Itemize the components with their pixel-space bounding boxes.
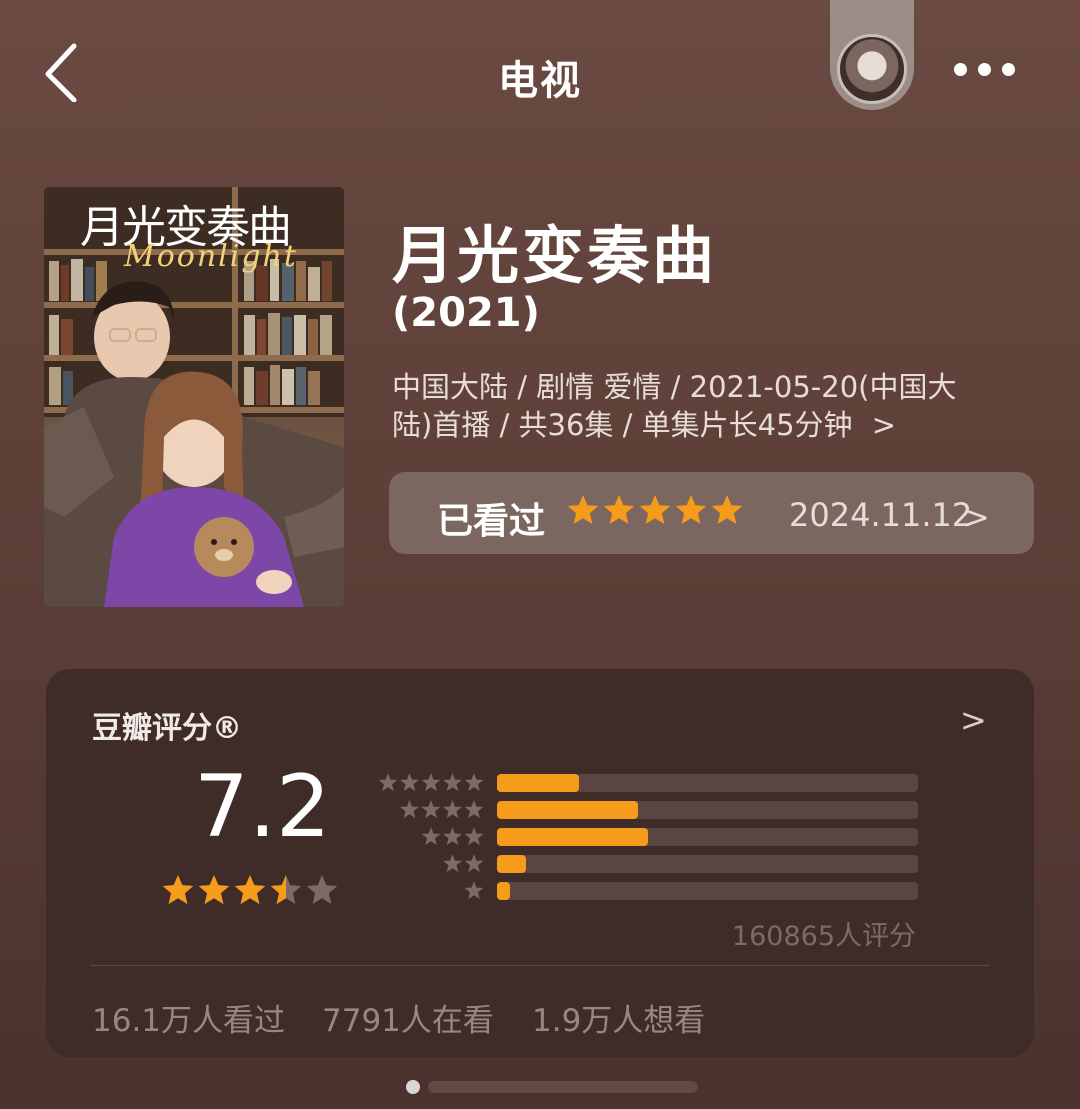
watched-label: 已看过 [437,501,546,542]
meta-line-1: 中国大陆 / 剧情 爱情 / 2021-05-20(中国大 [392,370,957,404]
divider [90,965,990,966]
chevron-right-icon: > [963,498,990,536]
star-filled-icon [675,495,707,524]
poster-image[interactable]: 月光变奏曲 Moonlight [44,187,344,607]
meta-line-2: 陆)首播 / 共36集 / 单集片长45分钟 [392,408,853,442]
watched-date: 2024.11.12 [789,496,973,534]
star-icon [378,773,398,792]
distribution-bar [497,855,526,873]
distribution-track [497,774,918,792]
distribution-bar [497,828,648,846]
distribution-row [376,827,918,847]
meta-chevron-icon: > [871,408,897,442]
distribution-track [497,882,918,900]
distribution-bar [497,774,580,792]
star-icon [464,800,484,819]
distribution-stars [399,800,484,819]
star-icon [464,827,484,846]
star-icon [399,773,420,792]
chevron-right-icon[interactable]: > [960,701,987,739]
distribution-row [376,800,918,820]
distribution-bar [497,882,510,900]
show-meta[interactable]: 中国大陆 / 剧情 爱情 / 2021-05-20(中国大 陆)首播 / 共36… [392,368,1042,444]
stat-watched[interactable]: 16.1万人看过 [92,995,285,1040]
star-icon [442,854,463,873]
distribution-row [376,881,918,901]
star-icon [442,800,463,819]
star-icon [464,881,484,900]
distribution-stars [378,773,484,792]
star-filled-icon [567,495,599,524]
avatar[interactable] [837,34,907,104]
distribution-track [497,828,918,846]
page-title: 电视 [498,58,582,104]
distribution-row [376,854,918,874]
star-filled-icon [603,495,635,524]
more-horizontal-icon[interactable] [950,56,1020,84]
rating-count: 160865人评分 [731,921,916,952]
star-icon [421,827,441,846]
loading-indicator [406,1080,698,1094]
rating-label: 豆瓣评分® [92,711,242,746]
star-icon [464,854,484,873]
star-filled-icon [234,875,266,904]
watched-status-button[interactable]: 已看过 2024.11.12 > [389,472,1034,554]
star-icon [306,875,338,904]
star-filled-icon [711,495,743,524]
star-filled-icon [639,495,671,524]
score-stars [162,875,338,904]
stat-watching[interactable]: 7791人在看 [322,995,494,1040]
star-icon [442,827,463,846]
star-icon [399,800,420,819]
distribution-stars [442,854,484,873]
douban-rating-card[interactable]: 豆瓣评分® > 7.2 160865人评分 16.1万人看过 7791人在看 1… [46,669,1034,1057]
distribution-track [497,855,918,873]
distribution-bar [497,801,639,819]
distribution-row [376,773,918,793]
show-title: 月光变奏曲 [392,219,718,292]
star-icon [442,773,463,792]
rating-score: 7.2 [194,757,331,857]
star-icon [421,800,441,819]
star-filled-icon [198,875,230,904]
show-year: (2021) [392,290,540,336]
poster-subtitle: Moonlight [124,239,298,274]
star-filled-icon [162,875,194,904]
distribution-stars [421,827,484,846]
my-rating-stars [567,495,743,524]
star-icon [421,773,441,792]
stat-want[interactable]: 1.9万人想看 [532,995,705,1040]
star-icon [464,773,484,792]
distribution-stars [464,881,484,900]
distribution-track [497,801,918,819]
top-bar: 电视 [0,0,1080,150]
